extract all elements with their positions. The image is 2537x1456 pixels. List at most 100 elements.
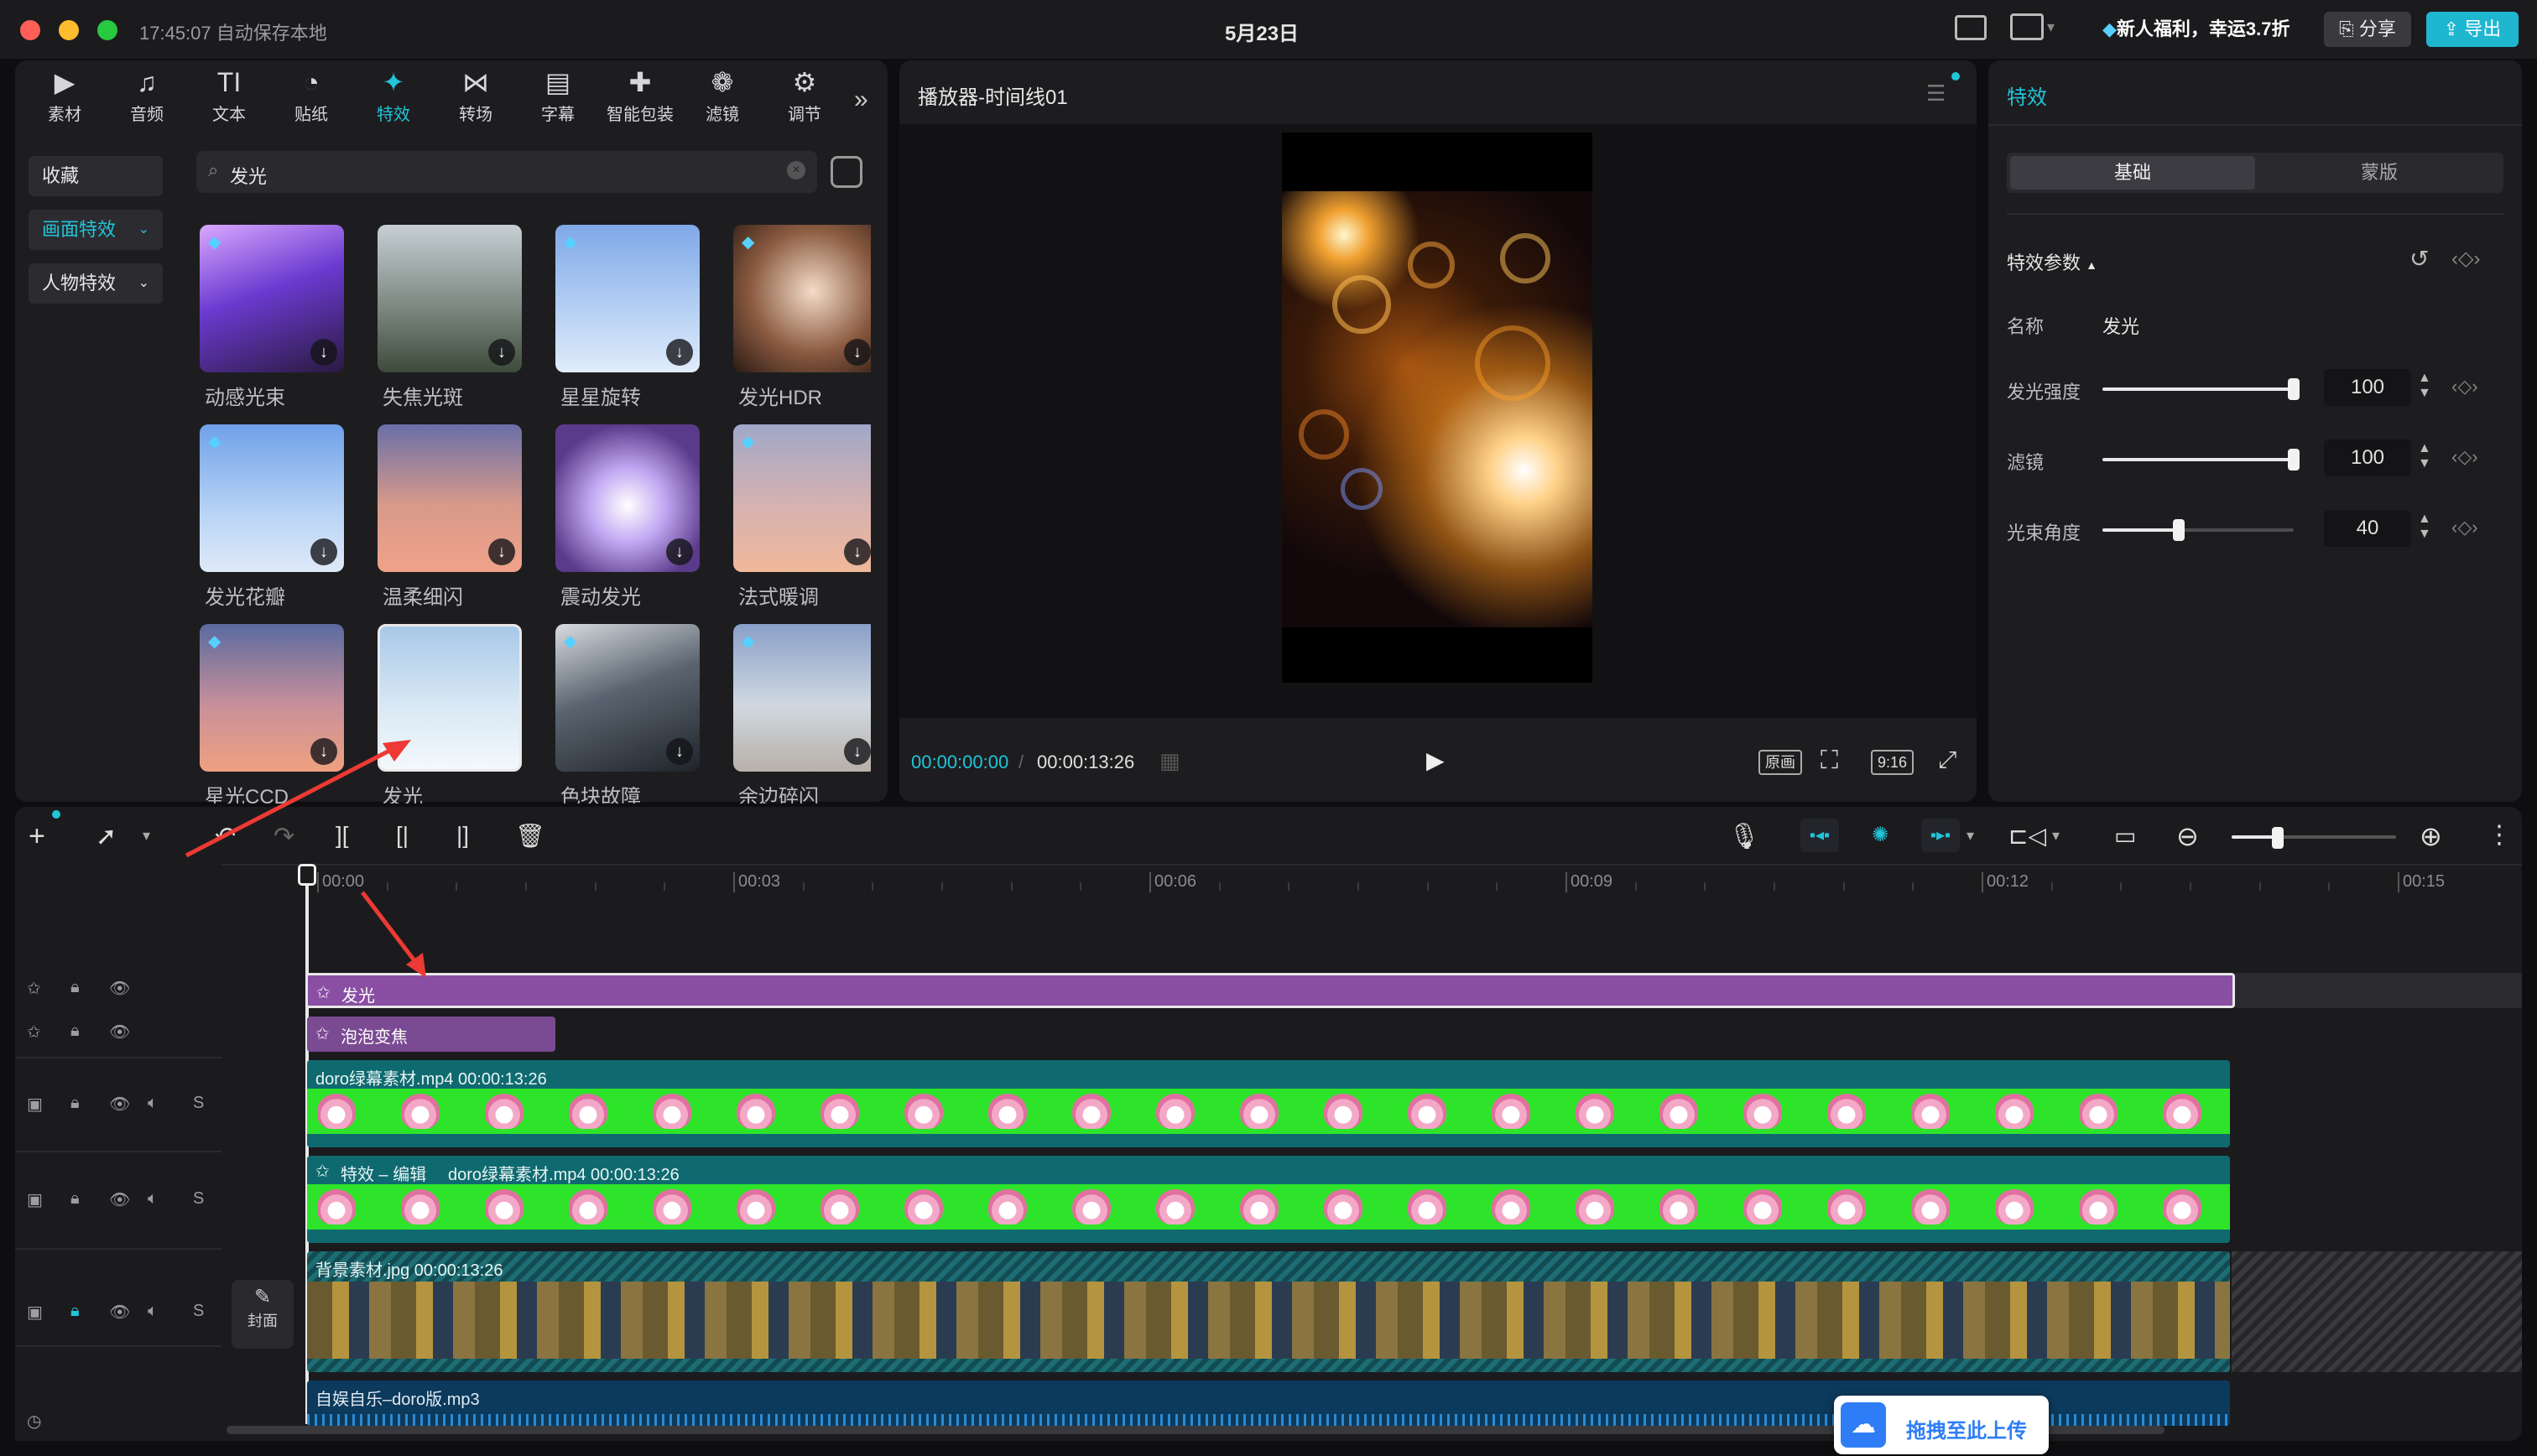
redo-icon[interactable]: ↷ [273,822,294,851]
menu-icon[interactable]: ☰ [1926,81,1946,107]
chevron-down-icon[interactable]: ▾ [143,827,150,845]
trim-left-icon[interactable]: [| [396,822,409,849]
eye-icon[interactable]: 👁︎ [109,1302,130,1323]
tab-transition[interactable]: ⋈ 转场 [435,60,517,141]
tab-filter[interactable]: ❁ 滤镜 [681,60,763,141]
trim-right-icon[interactable]: |] [456,822,469,849]
lock-icon[interactable]: 🔒︎ [70,1094,80,1113]
effect-thumbnail[interactable]: ◆ ↓ [200,225,344,372]
export-button[interactable]: ⇪ 导出 [2426,12,2519,47]
tab-media[interactable]: ▶ 素材 [23,60,106,141]
effect-thumbnail[interactable]: ↓ [378,225,522,372]
volume-icon[interactable]: 🔈︎ [148,1302,158,1321]
download-icon[interactable]: ↓ [844,738,871,765]
play-icon[interactable]: ▶ [1426,746,1445,774]
volume-icon[interactable]: 🔈︎ [148,1189,158,1209]
effect-clip-glow[interactable]: ✩ 发光 [305,973,2235,1008]
video-preview[interactable] [1282,133,1592,683]
minimize-window-button[interactable] [59,20,79,40]
effect-card[interactable]: ◆ ↓ 发光HDR [733,225,871,419]
tab-effects[interactable]: ✦ 特效 [352,60,435,141]
tab-adjust[interactable]: ⚙ 调节 [763,60,846,141]
download-icon[interactable]: ↓ [310,339,337,366]
caption-icon[interactable]: ▭ [2114,822,2136,850]
layout-icon[interactable] [2010,13,2044,40]
lock-icon[interactable]: 🔒︎ [70,1189,80,1209]
effect-card[interactable]: ◆ ↓ 星星旋转 [555,225,700,419]
effect-thumbnail[interactable]: ◆ ↓ [733,424,871,572]
chevron-down-icon[interactable]: ▾ [2047,18,2055,36]
tab-audio[interactable]: ♫ 音频 [106,60,188,141]
effect-thumbnail[interactable]: ◆ ↓ [200,424,344,572]
delete-icon[interactable]: 🗑 [515,822,545,850]
eye-icon[interactable]: 👁︎ [109,1022,130,1043]
keyframe-icon[interactable]: ‹◇› [2451,247,2480,271]
effect-card[interactable]: ↓ 温柔细闪 [378,424,522,619]
solo-icon[interactable]: S [193,1189,204,1209]
sidebar-item-screen-effects[interactable]: 画面特效 ⌄ [29,210,163,250]
reset-icon[interactable]: ↺ [2409,245,2429,273]
keyframe-icon[interactable]: ‹◇› [2451,376,2478,398]
zoom-slider-knob[interactable] [2272,827,2284,849]
download-icon[interactable]: ↓ [488,339,515,366]
zoom-in-icon[interactable]: ⊕ [2420,820,2442,852]
eye-icon[interactable]: 👁︎ [109,1189,130,1210]
download-icon[interactable]: ↓ [310,738,337,765]
effect-card[interactable]: ◆ ↓ 动感光束 [200,225,344,419]
chevron-down-icon[interactable]: ▾ [1967,827,1974,845]
image-search-icon[interactable] [831,156,862,188]
effect-card[interactable]: ◆ ↓ 发光花瓣 [200,424,344,619]
param-slider-knob[interactable] [2288,378,2300,400]
effect-thumbnail[interactable] [378,624,522,772]
video-clip-doro-2[interactable]: ✩ 特效 – 编辑 doro绿幕素材.mp4 00:00:13:26 [307,1156,2230,1243]
clear-search-icon[interactable]: × [787,161,805,179]
undo-icon[interactable]: ↶ [215,822,236,851]
download-icon[interactable]: ↓ [488,538,515,565]
share-button[interactable]: ⎘ 分享 [2324,12,2411,47]
timeline-ruler[interactable]: 00:00 00:03 00:06 00:09 00:12 00:15 [0,866,2537,899]
select-cursor-icon[interactable]: ➚ [96,822,117,851]
preview-axis-icon[interactable]: ⊏◁ [2008,822,2046,850]
effect-card[interactable]: ↓ 震动发光 [555,424,700,619]
volume-icon[interactable]: 🔈︎ [148,1094,158,1113]
solo-icon[interactable]: S [193,1094,204,1113]
download-icon[interactable]: ↓ [844,339,871,366]
effect-card[interactable]: ◆ ↓ 法式暖调 [733,424,871,619]
tab-mask[interactable]: 蒙版 [2257,156,2502,190]
grid-view-icon[interactable]: ▦ [1159,748,1180,774]
search-input[interactable]: ⌕ 发光 × [196,151,817,193]
effect-thumbnail[interactable]: ◆ ↓ [200,624,344,772]
param-value-input[interactable]: 40 [2324,510,2411,547]
video-clip-doro-1[interactable]: doro绿幕素材.mp4 00:00:13:26 [307,1060,2230,1147]
effect-card[interactable]: ↓ 失焦光斑 [378,225,522,419]
effect-thumbnail[interactable]: ↓ [378,424,522,572]
shortcut-icon[interactable] [1955,15,1987,40]
keyframe-icon[interactable]: ‹◇› [2451,446,2478,468]
param-slider-knob[interactable] [2173,519,2185,541]
effect-card[interactable]: ◆ ↓ 色块故障 [555,624,700,803]
param-value-input[interactable]: 100 [2324,439,2411,476]
cover-button[interactable]: ✎ 封面 [232,1280,294,1349]
tab-text[interactable]: TI 文本 [188,60,270,141]
param-slider-knob[interactable] [2288,449,2300,471]
close-window-button[interactable] [20,20,40,40]
fit-frame-icon[interactable]: ⛶ [1821,746,1838,775]
bg-image-clip[interactable]: 背景素材.jpg 00:00:13:26 [307,1251,2230,1372]
sidebar-item-favorites[interactable]: 收藏 [29,156,163,196]
download-icon[interactable]: ↓ [844,538,871,565]
effect-card[interactable]: ◆ ↓ 星光CCD [200,624,344,803]
auto-snap-icon[interactable]: ✺ [1861,819,1899,852]
eye-icon[interactable]: 👁︎ [109,978,130,999]
stepper-icon[interactable]: ▲ ▼ [2418,371,2431,401]
more-options-icon[interactable]: ⋮ [2487,820,2512,850]
upload-drop-button[interactable]: ☁ 拖拽至此上传 [1834,1396,2049,1454]
add-icon[interactable]: + [29,820,45,853]
tab-basic[interactable]: 基础 [2010,156,2255,190]
stepper-icon[interactable]: ▲ ▼ [2418,441,2431,471]
aspect-ratio-button[interactable]: 9:16 [1871,750,1914,775]
effect-card[interactable]: 发光 [378,624,522,803]
split-icon[interactable]: ][ [336,822,349,849]
keyframe-icon[interactable]: ‹◇› [2451,517,2478,538]
lock-icon[interactable]: 🔒︎ [70,1302,80,1321]
lock-icon[interactable]: 🔒︎ [70,978,80,997]
